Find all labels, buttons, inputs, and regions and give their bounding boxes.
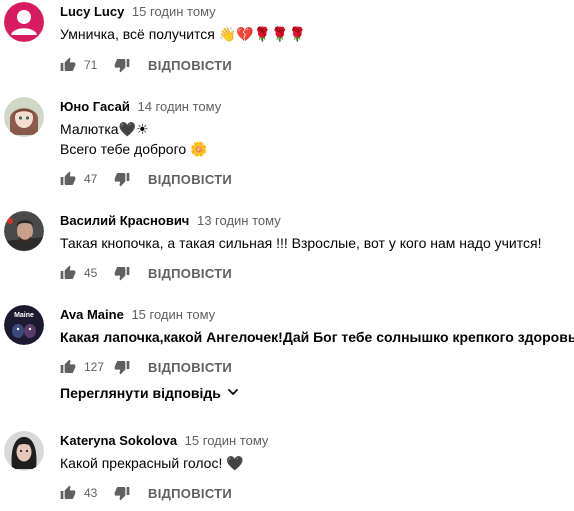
comment-timestamp[interactable]: 15 годин тому bbox=[185, 433, 269, 448]
reply-button[interactable]: ВІДПОВІСТИ bbox=[148, 58, 232, 73]
comment-text-line: Всего тебе доброго 🌼 bbox=[60, 141, 208, 157]
thumbs-down-icon bbox=[114, 487, 130, 501]
like-button[interactable] bbox=[60, 485, 76, 501]
man-portrait-avatar-icon bbox=[4, 211, 44, 251]
thumbs-down-icon bbox=[114, 59, 130, 73]
comment-author[interactable]: Kateryna Sokolova bbox=[60, 433, 177, 448]
view-replies-button[interactable]: Переглянути відповідь bbox=[60, 385, 239, 401]
comment-timestamp[interactable]: 15 годин тому bbox=[132, 4, 216, 19]
like-button[interactable] bbox=[60, 359, 76, 375]
comment-actions: 127 ВІДПОВІСТИ bbox=[60, 357, 232, 377]
thumbs-up-icon bbox=[60, 171, 76, 185]
like-button[interactable] bbox=[60, 171, 76, 187]
avatar[interactable] bbox=[4, 2, 44, 42]
view-replies-label: Переглянути відповідь bbox=[60, 385, 221, 401]
avatar-logo-text: Maine bbox=[14, 312, 34, 319]
thumbs-down-icon bbox=[114, 173, 130, 187]
comment-timestamp[interactable]: 15 годин тому bbox=[131, 307, 215, 322]
like-button[interactable] bbox=[60, 265, 76, 281]
like-count: 127 bbox=[84, 360, 105, 374]
comment-timestamp[interactable]: 13 годин тому bbox=[197, 213, 281, 228]
dislike-button[interactable] bbox=[114, 265, 130, 281]
reply-button[interactable]: ВІДПОВІСТИ bbox=[148, 360, 232, 375]
thumbs-up-icon bbox=[60, 57, 76, 71]
avatar[interactable]: Maine bbox=[4, 305, 44, 345]
default-person-avatar-icon bbox=[4, 2, 44, 42]
dislike-button[interactable] bbox=[114, 57, 130, 73]
like-count: 47 bbox=[84, 172, 98, 186]
comment-text-line: Малютка🖤☀ bbox=[60, 121, 149, 137]
thumbs-down-icon bbox=[114, 361, 130, 375]
chevron-down-icon bbox=[227, 385, 239, 401]
like-button[interactable] bbox=[60, 57, 76, 73]
reply-button[interactable]: ВІДПОВІСТИ bbox=[148, 266, 232, 281]
comment-actions: 47 ВІДПОВІСТИ bbox=[60, 169, 232, 189]
comment-author[interactable]: Юно Гасай bbox=[60, 99, 130, 114]
comment-author[interactable]: Lucy Lucy bbox=[60, 4, 124, 19]
reply-button[interactable]: ВІДПОВІСТИ bbox=[148, 486, 232, 501]
reply-button[interactable]: ВІДПОВІСТИ bbox=[148, 172, 232, 187]
comment-text: Умничка, всё получится 👋💔🌹🌹🌹 bbox=[60, 26, 306, 42]
thumbs-up-icon bbox=[60, 359, 76, 373]
avatar[interactable] bbox=[4, 97, 44, 137]
anime-girl-avatar-icon bbox=[4, 97, 44, 137]
comment-author[interactable]: Ava Maine bbox=[60, 307, 124, 322]
comment-timestamp[interactable]: 14 годин тому bbox=[137, 99, 221, 114]
thumbs-up-icon bbox=[60, 485, 76, 499]
woman-portrait-avatar-icon bbox=[4, 431, 44, 471]
avatar[interactable] bbox=[4, 211, 44, 251]
comment-text: Какой прекрасный голос! 🖤 bbox=[60, 455, 244, 471]
like-count: 45 bbox=[84, 266, 98, 280]
comment-text: Какая лапочка,какой Ангелочек!Дай Бог те… bbox=[60, 329, 574, 345]
maine-logo-avatar-icon: Maine bbox=[4, 305, 44, 345]
dislike-button[interactable] bbox=[114, 359, 130, 375]
avatar[interactable] bbox=[4, 431, 44, 471]
comment-author[interactable]: Василий Краснович bbox=[60, 213, 189, 228]
like-count: 71 bbox=[84, 58, 98, 72]
comment-actions: 45 ВІДПОВІСТИ bbox=[60, 263, 232, 283]
like-count: 43 bbox=[84, 486, 98, 500]
comment-actions: 43 ВІДПОВІСТИ bbox=[60, 483, 232, 503]
dislike-button[interactable] bbox=[114, 485, 130, 501]
thumbs-up-icon bbox=[60, 265, 76, 279]
dislike-button[interactable] bbox=[114, 171, 130, 187]
thumbs-down-icon bbox=[114, 267, 130, 281]
comment-text: Такая кнопочка, а такая сильная !!! Взро… bbox=[60, 235, 542, 251]
comment-actions: 71 ВІДПОВІСТИ bbox=[60, 55, 232, 75]
